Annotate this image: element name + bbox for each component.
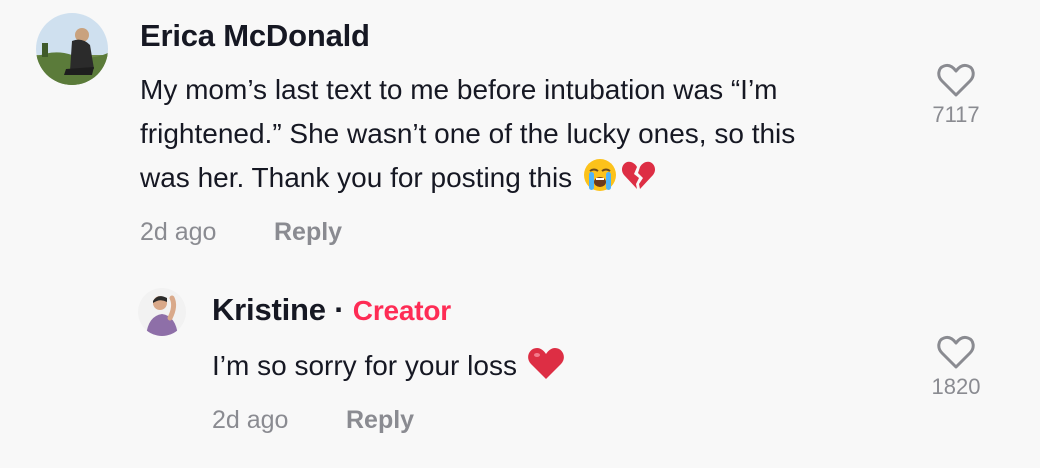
- comment-author[interactable]: Erica McDonald: [140, 18, 370, 54]
- comment-text-line: frightened.” She wasn’t one of the lucky…: [140, 118, 796, 149]
- avatar-image: [138, 288, 186, 336]
- comment-item: Erica McDonald My mom’s last text to me …: [0, 0, 1040, 260]
- reply-text-content: I’m so sorry for your loss: [212, 350, 517, 381]
- reply-timestamp: 2d ago: [212, 406, 289, 434]
- separator-dot: ·: [334, 292, 345, 327]
- comment-text-line: was her. Thank you for posting this: [140, 156, 920, 206]
- like-count: 7117: [932, 102, 980, 127]
- comment-text-line-3: was her. Thank you for posting this: [140, 162, 573, 193]
- like-button[interactable]: 7117: [916, 62, 996, 128]
- reply-author-line: Kristine · Creator: [212, 292, 451, 328]
- comment-text-line: My mom’s last text to me before intubati…: [140, 74, 778, 105]
- comment-text: My mom’s last text to me before intubati…: [140, 68, 920, 206]
- reply-item: Kristine · Creator I’m so sorry for your…: [0, 270, 1040, 468]
- avatar-image: [36, 13, 108, 85]
- like-count: 1820: [931, 374, 981, 399]
- red-heart-icon: [527, 345, 565, 394]
- avatar[interactable]: [36, 13, 108, 85]
- heart-icon: [937, 63, 975, 97]
- creator-badge: Creator: [352, 295, 451, 326]
- loudly-crying-face-icon: [582, 157, 618, 206]
- comment-timestamp: 2d ago: [140, 218, 217, 246]
- reply-button[interactable]: Reply: [346, 406, 414, 435]
- like-button[interactable]: 1820: [916, 334, 996, 400]
- broken-heart-icon: [620, 157, 656, 206]
- heart-icon: [937, 335, 975, 369]
- reply-author[interactable]: Kristine: [212, 292, 326, 327]
- avatar[interactable]: [138, 288, 186, 336]
- reply-button[interactable]: Reply: [274, 218, 342, 247]
- reply-text: I’m so sorry for your loss: [212, 344, 912, 394]
